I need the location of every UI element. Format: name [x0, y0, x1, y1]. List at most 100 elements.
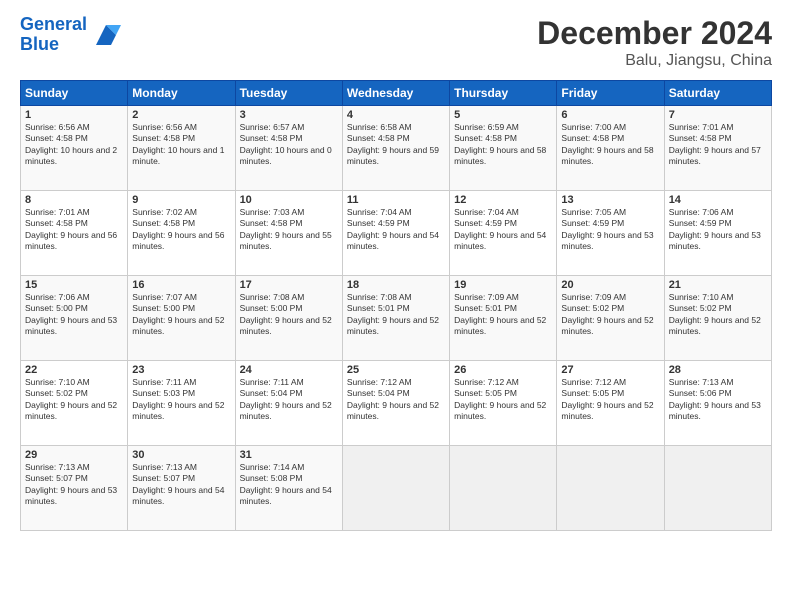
cell-info: Sunrise: 7:06 AM Sunset: 4:59 PM Dayligh… — [669, 207, 767, 253]
day-number: 3 — [240, 109, 338, 121]
calendar-cell: 31Sunrise: 7:14 AM Sunset: 5:08 PM Dayli… — [235, 446, 342, 531]
cell-info: Sunrise: 7:13 AM Sunset: 5:06 PM Dayligh… — [669, 377, 767, 423]
cell-info: Sunrise: 6:59 AM Sunset: 4:58 PM Dayligh… — [454, 122, 552, 168]
cell-info: Sunrise: 7:10 AM Sunset: 5:02 PM Dayligh… — [25, 377, 123, 423]
logo-blue: Blue — [20, 34, 59, 54]
calendar-cell: 5Sunrise: 6:59 AM Sunset: 4:58 PM Daylig… — [450, 106, 557, 191]
calendar-cell: 22Sunrise: 7:10 AM Sunset: 5:02 PM Dayli… — [21, 361, 128, 446]
cell-info: Sunrise: 7:03 AM Sunset: 4:58 PM Dayligh… — [240, 207, 338, 253]
calendar-cell: 24Sunrise: 7:11 AM Sunset: 5:04 PM Dayli… — [235, 361, 342, 446]
cell-info: Sunrise: 6:57 AM Sunset: 4:58 PM Dayligh… — [240, 122, 338, 168]
day-number: 23 — [132, 364, 230, 376]
day-number: 4 — [347, 109, 445, 121]
cell-info: Sunrise: 7:11 AM Sunset: 5:04 PM Dayligh… — [240, 377, 338, 423]
header: General Blue December 2024 Balu, Jiangsu… — [20, 15, 772, 70]
cell-info: Sunrise: 7:01 AM Sunset: 4:58 PM Dayligh… — [669, 122, 767, 168]
cell-info: Sunrise: 7:06 AM Sunset: 5:00 PM Dayligh… — [25, 292, 123, 338]
header-cell-friday: Friday — [557, 81, 664, 106]
cell-info: Sunrise: 6:56 AM Sunset: 4:58 PM Dayligh… — [25, 122, 123, 168]
calendar-cell: 13Sunrise: 7:05 AM Sunset: 4:59 PM Dayli… — [557, 191, 664, 276]
calendar-cell: 11Sunrise: 7:04 AM Sunset: 4:59 PM Dayli… — [342, 191, 449, 276]
header-row: SundayMondayTuesdayWednesdayThursdayFrid… — [21, 81, 772, 106]
week-row-2: 8Sunrise: 7:01 AM Sunset: 4:58 PM Daylig… — [21, 191, 772, 276]
header-cell-wednesday: Wednesday — [342, 81, 449, 106]
calendar-cell: 4Sunrise: 6:58 AM Sunset: 4:58 PM Daylig… — [342, 106, 449, 191]
calendar-cell: 26Sunrise: 7:12 AM Sunset: 5:05 PM Dayli… — [450, 361, 557, 446]
day-number: 19 — [454, 279, 552, 291]
cell-info: Sunrise: 7:12 AM Sunset: 5:05 PM Dayligh… — [454, 377, 552, 423]
header-cell-tuesday: Tuesday — [235, 81, 342, 106]
cell-info: Sunrise: 7:07 AM Sunset: 5:00 PM Dayligh… — [132, 292, 230, 338]
day-number: 26 — [454, 364, 552, 376]
cell-info: Sunrise: 7:02 AM Sunset: 4:58 PM Dayligh… — [132, 207, 230, 253]
logo-general: General — [20, 14, 87, 34]
calendar-cell: 1Sunrise: 6:56 AM Sunset: 4:58 PM Daylig… — [21, 106, 128, 191]
calendar-cell: 16Sunrise: 7:07 AM Sunset: 5:00 PM Dayli… — [128, 276, 235, 361]
calendar-cell: 25Sunrise: 7:12 AM Sunset: 5:04 PM Dayli… — [342, 361, 449, 446]
day-number: 2 — [132, 109, 230, 121]
cell-info: Sunrise: 7:13 AM Sunset: 5:07 PM Dayligh… — [25, 462, 123, 508]
day-number: 13 — [561, 194, 659, 206]
day-number: 29 — [25, 449, 123, 461]
calendar-cell: 8Sunrise: 7:01 AM Sunset: 4:58 PM Daylig… — [21, 191, 128, 276]
day-number: 10 — [240, 194, 338, 206]
calendar-cell: 20Sunrise: 7:09 AM Sunset: 5:02 PM Dayli… — [557, 276, 664, 361]
day-number: 22 — [25, 364, 123, 376]
day-number: 20 — [561, 279, 659, 291]
cell-info: Sunrise: 7:08 AM Sunset: 5:00 PM Dayligh… — [240, 292, 338, 338]
week-row-4: 22Sunrise: 7:10 AM Sunset: 5:02 PM Dayli… — [21, 361, 772, 446]
cell-info: Sunrise: 7:12 AM Sunset: 5:05 PM Dayligh… — [561, 377, 659, 423]
calendar-cell: 12Sunrise: 7:04 AM Sunset: 4:59 PM Dayli… — [450, 191, 557, 276]
cell-info: Sunrise: 7:04 AM Sunset: 4:59 PM Dayligh… — [454, 207, 552, 253]
day-number: 27 — [561, 364, 659, 376]
logo-text: General Blue — [20, 15, 87, 55]
day-number: 18 — [347, 279, 445, 291]
calendar-cell: 28Sunrise: 7:13 AM Sunset: 5:06 PM Dayli… — [664, 361, 771, 446]
calendar-body: 1Sunrise: 6:56 AM Sunset: 4:58 PM Daylig… — [21, 106, 772, 531]
calendar-title: December 2024 — [537, 15, 772, 52]
day-number: 5 — [454, 109, 552, 121]
calendar-cell: 9Sunrise: 7:02 AM Sunset: 4:58 PM Daylig… — [128, 191, 235, 276]
week-row-5: 29Sunrise: 7:13 AM Sunset: 5:07 PM Dayli… — [21, 446, 772, 531]
calendar-subtitle: Balu, Jiangsu, China — [537, 52, 772, 70]
calendar-table: SundayMondayTuesdayWednesdayThursdayFrid… — [20, 80, 772, 531]
cell-info: Sunrise: 7:00 AM Sunset: 4:58 PM Dayligh… — [561, 122, 659, 168]
cell-info: Sunrise: 7:09 AM Sunset: 5:02 PM Dayligh… — [561, 292, 659, 338]
calendar-cell: 29Sunrise: 7:13 AM Sunset: 5:07 PM Dayli… — [21, 446, 128, 531]
day-number: 25 — [347, 364, 445, 376]
cell-info: Sunrise: 7:01 AM Sunset: 4:58 PM Dayligh… — [25, 207, 123, 253]
cell-info: Sunrise: 7:05 AM Sunset: 4:59 PM Dayligh… — [561, 207, 659, 253]
calendar-cell: 6Sunrise: 7:00 AM Sunset: 4:58 PM Daylig… — [557, 106, 664, 191]
calendar-cell: 7Sunrise: 7:01 AM Sunset: 4:58 PM Daylig… — [664, 106, 771, 191]
cell-info: Sunrise: 7:04 AM Sunset: 4:59 PM Dayligh… — [347, 207, 445, 253]
calendar-cell: 17Sunrise: 7:08 AM Sunset: 5:00 PM Dayli… — [235, 276, 342, 361]
day-number: 14 — [669, 194, 767, 206]
day-number: 8 — [25, 194, 123, 206]
calendar-cell: 19Sunrise: 7:09 AM Sunset: 5:01 PM Dayli… — [450, 276, 557, 361]
cell-info: Sunrise: 6:56 AM Sunset: 4:58 PM Dayligh… — [132, 122, 230, 168]
cell-info: Sunrise: 7:12 AM Sunset: 5:04 PM Dayligh… — [347, 377, 445, 423]
week-row-1: 1Sunrise: 6:56 AM Sunset: 4:58 PM Daylig… — [21, 106, 772, 191]
title-block: December 2024 Balu, Jiangsu, China — [537, 15, 772, 70]
cell-info: Sunrise: 7:14 AM Sunset: 5:08 PM Dayligh… — [240, 462, 338, 508]
day-number: 24 — [240, 364, 338, 376]
logo-icon — [91, 20, 121, 50]
day-number: 9 — [132, 194, 230, 206]
calendar-cell: 30Sunrise: 7:13 AM Sunset: 5:07 PM Dayli… — [128, 446, 235, 531]
day-number: 17 — [240, 279, 338, 291]
calendar-cell: 10Sunrise: 7:03 AM Sunset: 4:58 PM Dayli… — [235, 191, 342, 276]
cell-info: Sunrise: 7:09 AM Sunset: 5:01 PM Dayligh… — [454, 292, 552, 338]
cell-info: Sunrise: 7:10 AM Sunset: 5:02 PM Dayligh… — [669, 292, 767, 338]
calendar-cell: 27Sunrise: 7:12 AM Sunset: 5:05 PM Dayli… — [557, 361, 664, 446]
calendar-cell: 2Sunrise: 6:56 AM Sunset: 4:58 PM Daylig… — [128, 106, 235, 191]
logo: General Blue — [20, 15, 121, 55]
page: General Blue December 2024 Balu, Jiangsu… — [0, 0, 792, 612]
day-number: 7 — [669, 109, 767, 121]
header-cell-thursday: Thursday — [450, 81, 557, 106]
day-number: 12 — [454, 194, 552, 206]
calendar-cell: 23Sunrise: 7:11 AM Sunset: 5:03 PM Dayli… — [128, 361, 235, 446]
header-cell-monday: Monday — [128, 81, 235, 106]
day-number: 1 — [25, 109, 123, 121]
calendar-cell: 18Sunrise: 7:08 AM Sunset: 5:01 PM Dayli… — [342, 276, 449, 361]
cell-info: Sunrise: 6:58 AM Sunset: 4:58 PM Dayligh… — [347, 122, 445, 168]
